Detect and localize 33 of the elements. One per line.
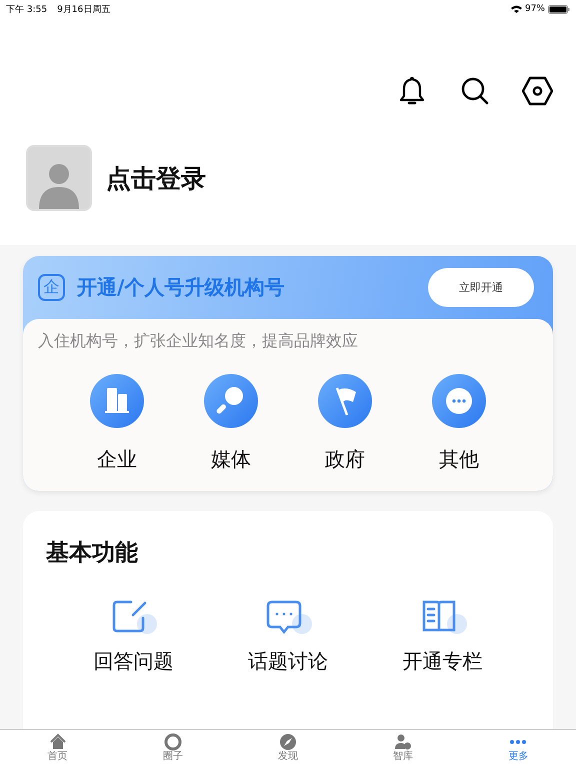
battery-percent: 97% bbox=[524, 4, 545, 14]
org-type-item[interactable]: 媒体 bbox=[191, 374, 271, 473]
more-icon bbox=[509, 740, 528, 744]
status-time: 下午 3:55 bbox=[6, 4, 48, 16]
tab-bar-item[interactable]: 发现 bbox=[230, 730, 346, 768]
tab-bar-item[interactable]: 圈子 bbox=[115, 730, 230, 768]
enterprise-badge-icon: 企 bbox=[38, 274, 65, 301]
feature-item[interactable]: 话题讨论 bbox=[248, 596, 328, 675]
magnifier-icon bbox=[204, 374, 258, 428]
wifi-icon bbox=[510, 5, 522, 13]
person-icon bbox=[394, 733, 412, 751]
aperture-icon bbox=[164, 733, 182, 751]
org-type-item[interactable]: 企业 bbox=[77, 374, 157, 473]
feature-item[interactable]: 开通专栏 bbox=[402, 596, 483, 675]
org-type-item[interactable]: 其他 bbox=[419, 374, 499, 473]
flag-icon bbox=[318, 374, 372, 428]
open-now-button[interactable]: 立即开通 bbox=[428, 268, 534, 307]
section-title: 基本功能 bbox=[46, 539, 139, 568]
login-link[interactable]: 点击登录 bbox=[106, 162, 206, 194]
building-icon bbox=[90, 374, 144, 428]
battery-icon bbox=[548, 4, 570, 14]
status-date: 9月16日周五 bbox=[57, 4, 110, 16]
org-type-item[interactable]: 政府 bbox=[305, 374, 385, 473]
org-upgrade-subtitle: 入住机构号，扩张企业知名度，提高品牌效应 bbox=[38, 331, 359, 352]
more-icon bbox=[432, 374, 486, 428]
compass-icon bbox=[279, 733, 297, 751]
feature-item[interactable]: 回答问题 bbox=[93, 596, 174, 675]
home-icon bbox=[48, 733, 67, 751]
settings-button[interactable] bbox=[521, 74, 554, 107]
org-upgrade-title: 开通/个人号升级机构号 bbox=[77, 274, 286, 301]
tab-bar-item[interactable]: 更多 bbox=[460, 730, 576, 768]
tab-bar-item[interactable]: 智库 bbox=[346, 730, 461, 768]
tab-bar-item[interactable]: 首页 bbox=[0, 730, 116, 768]
